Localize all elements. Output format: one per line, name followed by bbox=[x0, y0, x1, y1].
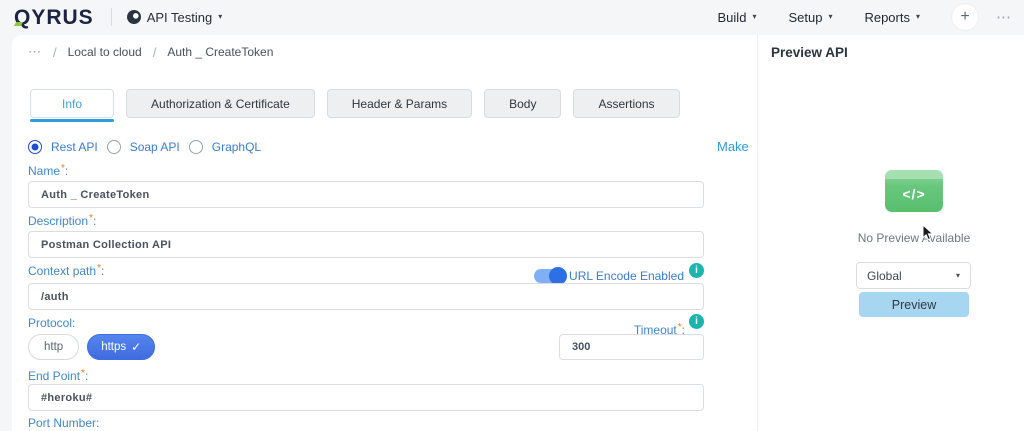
label-colon: : bbox=[100, 264, 105, 278]
app-switcher[interactable]: API Testing ▾ bbox=[126, 9, 223, 25]
breadcrumb-item-collection[interactable]: Local to cloud bbox=[68, 45, 142, 59]
chevron-down-icon: ▾ bbox=[955, 270, 960, 280]
description-label: Description*: bbox=[28, 213, 96, 228]
topbar: QYRUS API Testing ▾ Build ▾ Setup ▾ Repo… bbox=[0, 0, 1024, 34]
description-label-text: Description bbox=[28, 214, 89, 228]
api-form-area: ⋯ / Local to cloud / Auth _ CreateToken … bbox=[12, 35, 757, 431]
tab-authorization-certificate[interactable]: Authorization & Certificate bbox=[126, 89, 315, 118]
code-glyph: </> bbox=[902, 185, 926, 202]
label-colon: : bbox=[72, 316, 76, 330]
scope-select[interactable]: Global ▾ bbox=[856, 262, 971, 289]
endpoint-label-text: End Point bbox=[28, 369, 81, 383]
breadcrumb-separator: / bbox=[152, 44, 157, 60]
nav-reports-label: Reports bbox=[864, 9, 910, 25]
endpoint-input[interactable] bbox=[28, 384, 704, 411]
url-encode-label: URL Encode Enabled bbox=[569, 268, 684, 283]
radio-rest-api-label: Rest API bbox=[51, 140, 98, 154]
port-number-label-text: Port Number bbox=[28, 416, 97, 430]
protocol-label-text: Protocol bbox=[28, 316, 73, 330]
url-encode-toggle[interactable] bbox=[534, 266, 568, 285]
chevron-down-icon: ▾ bbox=[915, 12, 920, 21]
breadcrumb-item-api[interactable]: Auth _ CreateToken bbox=[167, 45, 273, 59]
chevron-down-icon: ▾ bbox=[828, 12, 833, 21]
more-icon: ⋯ bbox=[996, 9, 1012, 26]
protocol-https-pill[interactable]: https ✓ bbox=[87, 334, 156, 360]
chevron-down-icon: ▾ bbox=[752, 12, 757, 21]
preview-panel-title: Preview API bbox=[771, 45, 848, 60]
tab-info[interactable]: Info bbox=[30, 89, 115, 122]
protocol-label: Protocol: bbox=[28, 316, 75, 330]
label-colon: : bbox=[92, 214, 97, 228]
endpoint-label: End Point*: bbox=[28, 368, 88, 383]
protocol-pill-group: http https ✓ bbox=[28, 334, 156, 360]
content-card: ⋯ / Local to cloud / Auth _ CreateToken … bbox=[12, 35, 1024, 431]
tab-body[interactable]: Body bbox=[484, 89, 562, 118]
label-colon: : bbox=[64, 164, 69, 178]
mouse-cursor-icon bbox=[922, 225, 934, 241]
no-preview-text: No Preview Available bbox=[857, 231, 971, 245]
nav-setup-label: Setup bbox=[788, 9, 823, 25]
nav-setup[interactable]: Setup ▾ bbox=[788, 10, 832, 25]
breadcrumb-separator: / bbox=[53, 44, 57, 60]
toggle-knob bbox=[549, 266, 568, 285]
info-icon[interactable]: i bbox=[689, 263, 704, 278]
qyrus-logo[interactable]: QYRUS bbox=[14, 7, 94, 28]
protocol-http-pill[interactable]: http bbox=[28, 334, 80, 360]
preview-panel: Preview API </> No Preview Available Glo… bbox=[757, 35, 1024, 431]
scope-select-value: Global bbox=[867, 268, 902, 283]
radio-soap-api[interactable] bbox=[106, 140, 121, 154]
nav-reports[interactable]: Reports ▾ bbox=[864, 10, 920, 25]
preview-button[interactable]: Preview bbox=[859, 292, 969, 317]
topbar-nav: Build ▾ Setup ▾ Reports ▾ + ⋯ bbox=[718, 4, 1012, 30]
label-colon: : bbox=[96, 416, 100, 430]
context-path-input[interactable] bbox=[28, 283, 704, 310]
info-icon[interactable]: i bbox=[689, 314, 704, 329]
api-type-radio-group: Rest API Soap API GraphQL bbox=[28, 140, 261, 154]
radio-soap-api-label: Soap API bbox=[129, 140, 180, 154]
breadcrumb: ⋯ / Local to cloud / Auth _ CreateToken bbox=[28, 44, 273, 60]
code-preview-icon: </> bbox=[885, 170, 943, 212]
add-button[interactable]: + bbox=[952, 4, 978, 30]
nav-build[interactable]: Build ▾ bbox=[718, 10, 757, 25]
plus-icon: + bbox=[960, 8, 970, 25]
name-label: Name*: bbox=[28, 163, 68, 178]
port-number-label: Port Number: bbox=[28, 416, 99, 430]
context-path-label-text: Context path bbox=[28, 264, 97, 278]
check-icon: ✓ bbox=[131, 340, 142, 354]
name-input[interactable] bbox=[28, 181, 704, 208]
context-path-label: Context path*: bbox=[28, 263, 104, 278]
qyrus-api-testing-page: { "topbar": { "logo": "QYRUS", "app_swit… bbox=[0, 0, 1024, 431]
tab-assertions[interactable]: Assertions bbox=[573, 89, 680, 118]
make-link-truncated[interactable]: Make bbox=[717, 139, 759, 154]
protocol-https-label: https bbox=[101, 341, 127, 353]
name-label-text: Name bbox=[28, 164, 61, 178]
description-input[interactable] bbox=[28, 231, 704, 258]
api-testing-icon bbox=[126, 10, 141, 24]
app-switcher-label: API Testing bbox=[146, 9, 213, 25]
nav-build-label: Build bbox=[717, 9, 747, 25]
label-colon: : bbox=[84, 369, 89, 383]
tab-header-params[interactable]: Header & Params bbox=[326, 89, 473, 118]
timeout-input[interactable] bbox=[559, 334, 704, 360]
radio-graphql[interactable] bbox=[188, 140, 203, 154]
api-tabs: Info Authorization & Certificate Header … bbox=[30, 89, 680, 122]
more-menu-button[interactable]: ⋯ bbox=[996, 8, 1012, 26]
radio-graphql-label: GraphQL bbox=[211, 140, 262, 154]
chevron-down-icon: ▾ bbox=[218, 12, 223, 21]
breadcrumb-ellipsis[interactable]: ⋯ bbox=[28, 44, 42, 60]
topbar-divider bbox=[110, 8, 112, 26]
radio-rest-api[interactable] bbox=[28, 140, 42, 154]
